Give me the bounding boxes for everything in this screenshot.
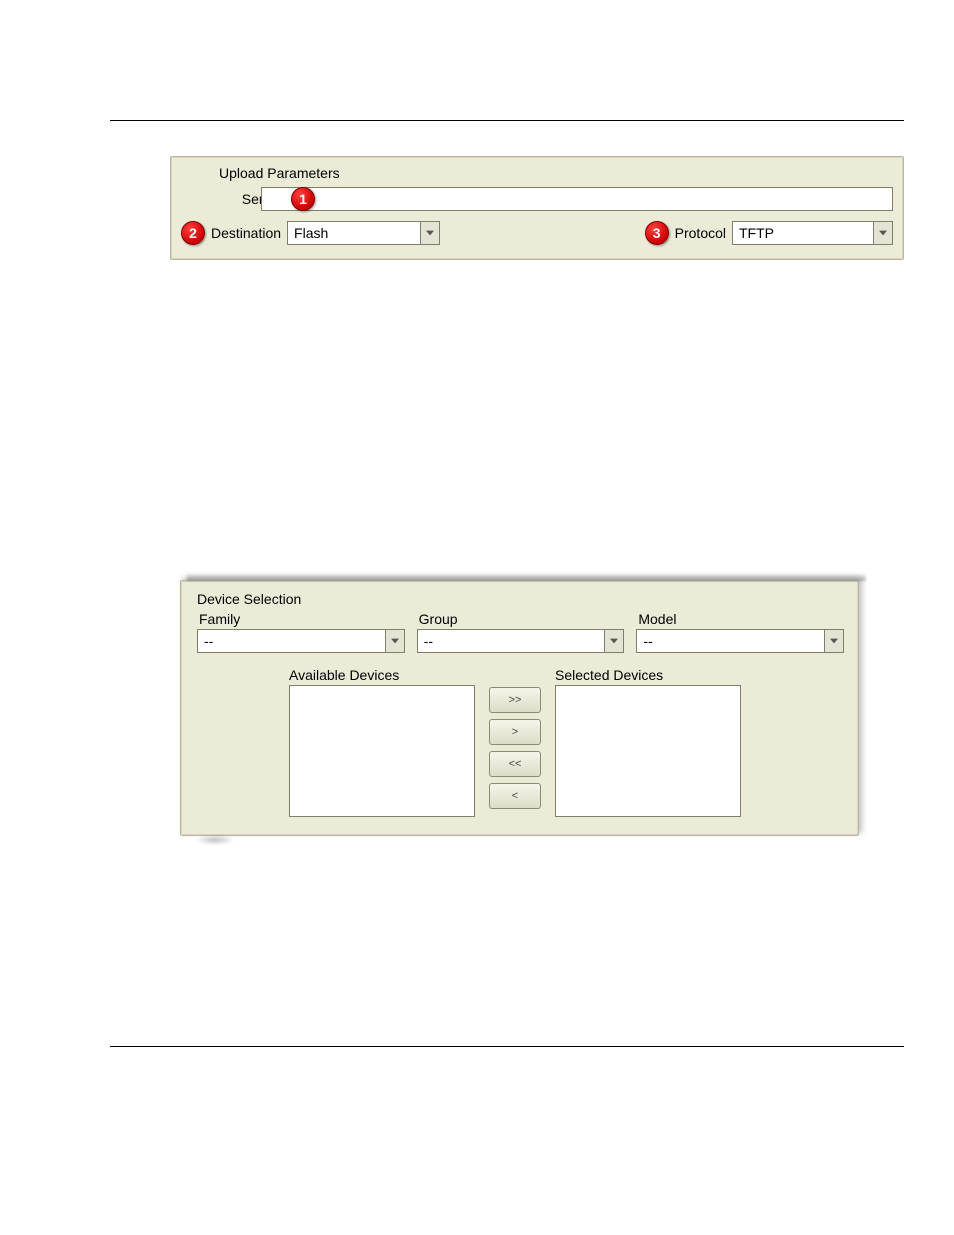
family-label: Family bbox=[197, 611, 403, 627]
destination-value: Flash bbox=[288, 222, 420, 244]
filters-row: Family -- Group -- Model bbox=[197, 611, 842, 653]
protocol-label: Protocol bbox=[675, 225, 726, 241]
model-combo[interactable]: -- bbox=[636, 629, 844, 653]
chevron-down-icon bbox=[604, 630, 623, 652]
upload-parameters-title: Upload Parameters bbox=[219, 165, 889, 181]
chevron-down-icon bbox=[824, 630, 843, 652]
upload-parameters-panel: Upload Parameters Server 1 2 Destination… bbox=[170, 156, 904, 260]
available-listbox[interactable] bbox=[289, 685, 475, 817]
destination-label: Destination bbox=[211, 225, 281, 241]
available-label: Available Devices bbox=[289, 667, 475, 683]
transfer-buttons: >> > << < bbox=[489, 687, 541, 809]
device-selection-panel: Device Selection Family -- Group -- bbox=[180, 580, 859, 836]
server-input[interactable] bbox=[261, 187, 893, 211]
family-combo[interactable]: -- bbox=[197, 629, 405, 653]
panel-shadow bbox=[187, 573, 866, 581]
model-value: -- bbox=[637, 630, 824, 652]
destination-combo[interactable]: Flash bbox=[287, 221, 440, 245]
move-one-left-button[interactable]: < bbox=[489, 783, 541, 809]
dest-protocol-row: 2 Destination Flash 3 Protocol TFTP bbox=[181, 221, 893, 245]
group-value: -- bbox=[418, 630, 605, 652]
panel-shadow-bottom bbox=[195, 835, 235, 845]
model-label: Model bbox=[636, 611, 842, 627]
protocol-combo[interactable]: TFTP bbox=[732, 221, 893, 245]
server-row: Server 1 bbox=[181, 187, 893, 211]
top-rule bbox=[110, 120, 904, 121]
callout-2-icon: 2 bbox=[181, 221, 205, 245]
selected-label: Selected Devices bbox=[555, 667, 741, 683]
move-one-right-button[interactable]: > bbox=[489, 719, 541, 745]
group-combo[interactable]: -- bbox=[417, 629, 625, 653]
chevron-down-icon bbox=[385, 630, 404, 652]
group-label: Group bbox=[417, 611, 623, 627]
device-selection-title: Device Selection bbox=[197, 591, 842, 607]
bottom-rule bbox=[110, 1046, 904, 1047]
dual-list: Available Devices >> > << < Selected Dev… bbox=[197, 667, 842, 817]
selected-listbox[interactable] bbox=[555, 685, 741, 817]
family-value: -- bbox=[198, 630, 385, 652]
callout-1-icon: 1 bbox=[291, 187, 315, 211]
chevron-down-icon bbox=[873, 222, 892, 244]
move-all-right-button[interactable]: >> bbox=[489, 687, 541, 713]
callout-3-icon: 3 bbox=[645, 221, 669, 245]
chevron-down-icon bbox=[420, 222, 439, 244]
protocol-value: TFTP bbox=[733, 222, 873, 244]
move-all-left-button[interactable]: << bbox=[489, 751, 541, 777]
